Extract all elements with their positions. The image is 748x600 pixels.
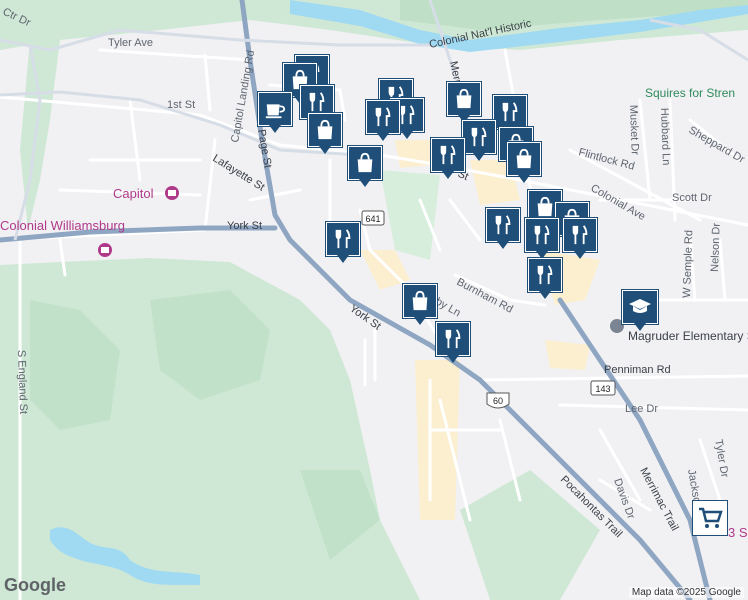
restaurant-icon	[436, 322, 470, 356]
cart-icon	[699, 507, 723, 528]
shopping-marker[interactable]	[348, 146, 382, 188]
place-squires: Squires for Stren	[645, 86, 735, 100]
road-label-penniman: Penniman Rd	[604, 364, 671, 376]
road-label-hubbard: Hubbard Ln	[658, 108, 672, 166]
restaurant-icon	[326, 222, 360, 256]
restaurant-icon	[563, 218, 597, 252]
place-capitol: Capitol	[113, 186, 179, 201]
restaurant-icon	[525, 218, 559, 252]
shopping-icon	[447, 82, 481, 116]
road-label-york-west: York St	[227, 220, 262, 232]
restaurant-icon	[366, 100, 400, 134]
shopping-icon	[308, 113, 342, 147]
restaurant-icon	[528, 258, 562, 292]
restaurant-icon	[431, 138, 465, 172]
road-label-nelson: Nelson Dr	[709, 222, 723, 272]
road-label-musket: Musket Dr	[627, 105, 641, 156]
road-label-w-semple: W Semple Rd	[681, 230, 695, 298]
road-label-lee-dr: Lee Dr	[625, 403, 658, 415]
svg-text:Colonial Williamsburg: Colonial Williamsburg	[0, 218, 125, 233]
svg-text:60: 60	[493, 396, 503, 406]
restaurant-marker[interactable]	[366, 100, 400, 142]
school-marker[interactable]	[622, 290, 658, 332]
restaurant-marker[interactable]	[436, 322, 470, 364]
road-label-s-england: S England St	[15, 350, 29, 415]
grocery-marker[interactable]	[692, 500, 728, 536]
svg-text:641: 641	[365, 214, 380, 224]
restaurant-marker[interactable]	[326, 222, 360, 264]
google-logo: Google	[4, 575, 66, 595]
restaurant-marker[interactable]	[525, 218, 559, 260]
shopping-icon	[507, 142, 541, 176]
restaurant-marker[interactable]	[462, 120, 496, 162]
shopping-marker[interactable]	[447, 82, 481, 124]
svg-text:Capitol: Capitol	[113, 186, 154, 201]
restaurant-marker[interactable]	[486, 208, 520, 250]
restaurant-icon	[486, 208, 520, 242]
shopping-marker[interactable]	[308, 113, 342, 155]
map-attribution[interactable]: Map data ©2025 Google	[628, 587, 744, 598]
restaurant-marker[interactable]	[431, 138, 465, 180]
restaurant-marker[interactable]	[528, 258, 562, 300]
restaurant-icon	[462, 120, 496, 154]
shield-60: 60	[486, 392, 510, 409]
shopping-marker[interactable]	[507, 142, 541, 184]
restaurant-icon	[493, 95, 527, 129]
restaurant-marker[interactable]	[563, 218, 597, 260]
shopping-marker[interactable]	[403, 284, 437, 326]
road-label-scott-dr: Scott Dr	[672, 192, 712, 204]
road-label-tyler-ave: Tyler Ave	[108, 37, 153, 49]
cafe-icon	[258, 92, 292, 126]
svg-text:143: 143	[595, 384, 610, 394]
shield-641: 641	[361, 210, 385, 226]
school-icon	[622, 290, 658, 324]
shopping-icon	[348, 146, 382, 180]
shopping-icon	[403, 284, 437, 318]
shield-143: 143	[590, 380, 616, 396]
road-label-first-st: 1st St	[167, 99, 195, 111]
cafe-marker[interactable]	[258, 92, 292, 134]
place-shopping-right: 3 Sh Dist	[728, 525, 748, 540]
